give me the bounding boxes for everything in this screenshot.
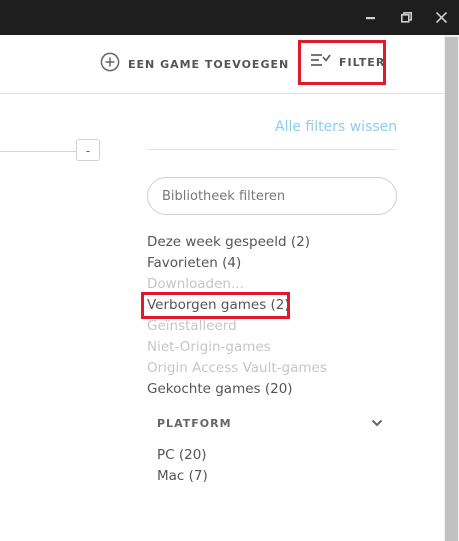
filter-item-vault-games: Origin Access Vault-games: [147, 360, 327, 376]
chevron-down-icon[interactable]: [371, 414, 383, 432]
restore-icon[interactable]: [390, 0, 422, 35]
scrollbar-thumb[interactable]: [445, 37, 458, 541]
scrollbar[interactable]: [444, 35, 459, 541]
filter-list: Deze week gespeeld (2) Favorieten (4) Do…: [147, 232, 327, 400]
filter-item-favorites[interactable]: Favorieten (4): [147, 253, 327, 274]
filter-item-non-origin-games: Niet-Origin-games: [147, 339, 271, 355]
filter-item-hidden-games[interactable]: Verborgen games (2): [147, 295, 327, 316]
platform-item-pc[interactable]: PC (20): [157, 445, 208, 466]
filter-button[interactable]: FILTER: [298, 40, 386, 85]
library-header: EEN GAME TOEVOEGEN FILTER: [0, 35, 444, 94]
collapse-button[interactable]: -: [76, 139, 100, 161]
divider: [0, 151, 76, 152]
platform-list: PC (20) Mac (7): [157, 445, 208, 487]
platform-section-header[interactable]: PLATFORM: [157, 411, 383, 435]
close-icon[interactable]: [425, 0, 457, 35]
filter-icon: [311, 53, 331, 72]
plus-circle-icon: [100, 52, 120, 77]
filter-item-played-this-week[interactable]: Deze week gespeeld (2): [147, 232, 327, 253]
filter-item-downloading: Downloaden...: [147, 276, 244, 292]
minimize-icon[interactable]: [355, 0, 387, 35]
filter-label: FILTER: [339, 56, 386, 69]
add-game-label: EEN GAME TOEVOEGEN: [128, 57, 290, 71]
filter-item-purchased-games[interactable]: Gekochte games (20): [147, 379, 327, 400]
platform-title: PLATFORM: [157, 416, 232, 430]
clear-filters-link[interactable]: Alle filters wissen: [275, 119, 397, 135]
add-game-button[interactable]: EEN GAME TOEVOEGEN: [100, 52, 290, 77]
divider: [147, 149, 397, 150]
filter-item-installed: Geïnstalleerd: [147, 318, 237, 334]
platform-item-mac[interactable]: Mac (7): [157, 466, 208, 487]
library-search-input[interactable]: [147, 177, 397, 215]
window-titlebar: [0, 0, 459, 35]
